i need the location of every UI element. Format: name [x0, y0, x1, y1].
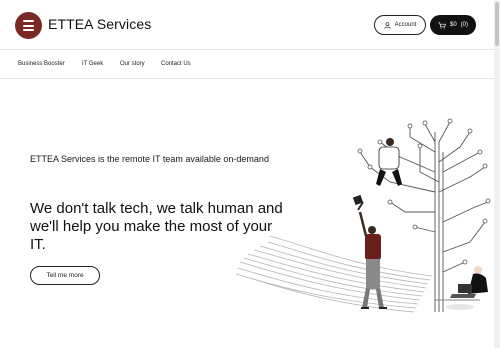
- cart-price: $0: [449, 22, 457, 28]
- tech-tree-illustration: [235, 118, 491, 313]
- nav-item-it-geek[interactable]: IT Geek: [82, 61, 103, 67]
- main-nav: Business Booster IT Geek Our story Conta…: [0, 51, 494, 79]
- nav-item-contact-us[interactable]: Contact Us: [161, 61, 191, 67]
- logo-icon[interactable]: [15, 12, 42, 39]
- tell-me-more-button[interactable]: Tell me more: [30, 266, 100, 285]
- brand-name[interactable]: ETTEA Services: [48, 16, 151, 32]
- cart-icon: [438, 22, 446, 29]
- scrollbar-thumb[interactable]: [495, 2, 499, 46]
- account-button[interactable]: Account: [374, 15, 426, 35]
- user-icon: [384, 21, 391, 29]
- cart-button[interactable]: $0 (0): [430, 15, 476, 35]
- account-label: Account: [394, 22, 417, 28]
- nav-item-business-booster[interactable]: Business Booster: [18, 61, 65, 67]
- page-scrollbar[interactable]: [494, 0, 500, 348]
- nav-item-our-story[interactable]: Our story: [120, 61, 145, 67]
- cart-count: (0): [460, 22, 469, 28]
- site-header: ETTEA Services Account $0 (0): [0, 0, 494, 50]
